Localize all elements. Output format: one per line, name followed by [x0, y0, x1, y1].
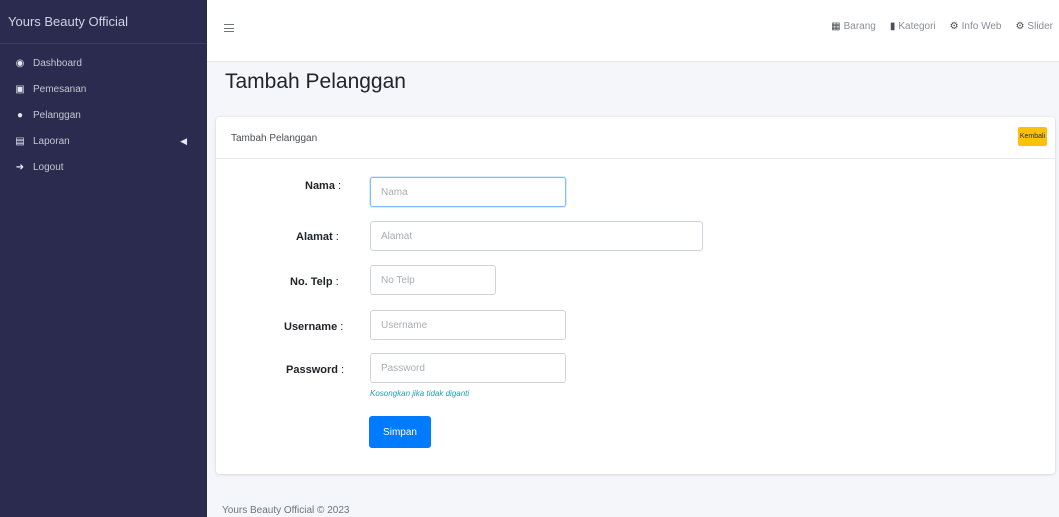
nav-link-label: Barang: [843, 21, 876, 32]
box-icon: ▦: [831, 21, 841, 32]
footer-text: Yours Beauty Official © 2023: [222, 505, 350, 516]
sidebar-item-label: Logout: [33, 161, 64, 173]
sidebar-item-pemesanan[interactable]: ▣ Pemesanan: [0, 76, 207, 102]
nav-link-label: Slider: [1027, 21, 1053, 32]
password-label: Password :: [286, 364, 344, 376]
nav-link-info-web[interactable]: ⚙ Info Web: [950, 21, 1002, 32]
sidebar-nav: ◉ Dashboard ▣ Pemesanan ● Pelanggan ▤ La…: [0, 44, 207, 180]
username-label: Username :: [284, 321, 343, 333]
sidebar-item-logout[interactable]: ➜ Logout: [0, 154, 207, 180]
file-icon: ▮: [889, 21, 896, 32]
nav-link-slider[interactable]: ⚙ Slider: [1015, 21, 1053, 32]
username-input[interactable]: [370, 310, 566, 340]
password-input[interactable]: [370, 353, 566, 383]
username-label-text: Username: [284, 321, 338, 333]
sidebar-item-laporan[interactable]: ▤ Laporan ◀: [0, 128, 207, 154]
sidebar-item-pelanggan[interactable]: ● Pelanggan: [0, 102, 207, 128]
dashboard-icon: ◉: [15, 57, 25, 69]
colon: :: [341, 364, 345, 376]
logout-icon: ➜: [15, 161, 25, 173]
sidebar-item-label: Laporan: [33, 135, 70, 147]
brand-text: Yours Beauty Official: [8, 14, 128, 29]
nav-link-barang[interactable]: ▦ Barang: [831, 21, 876, 32]
sidebar-item-label: Pemesanan: [33, 83, 87, 95]
alamat-label-text: Alamat: [296, 231, 333, 243]
gear-icon: ⚙: [949, 21, 959, 32]
nama-label: Nama :: [305, 180, 341, 192]
back-button[interactable]: Kembali: [1018, 127, 1047, 146]
cart-icon: ▣: [15, 83, 25, 95]
nav-link-kategori[interactable]: ▮ Kategori: [890, 21, 936, 32]
alamat-input[interactable]: [370, 221, 703, 251]
sidebar-item-dashboard[interactable]: ◉ Dashboard: [0, 50, 207, 76]
telp-label: No. Telp :: [290, 276, 339, 288]
hamburger-menu-icon[interactable]: [224, 24, 234, 32]
nama-input[interactable]: [370, 177, 566, 207]
print-icon: ▤: [15, 135, 25, 147]
top-nav-links: ▦ Barang ▮ Kategori ⚙ Info Web ⚙ Slider: [831, 21, 1053, 32]
nama-label-text: Nama: [305, 180, 335, 192]
save-button[interactable]: Simpan: [369, 416, 431, 448]
password-label-text: Password: [286, 364, 338, 376]
sidebar-item-label: Dashboard: [33, 57, 82, 69]
password-hint: Kosongkan jika tidak diganti: [370, 389, 470, 398]
brand-link[interactable]: Yours Beauty Official: [0, 0, 207, 44]
card-title: Tambah Pelanggan: [231, 133, 318, 144]
form-card: Tambah Pelanggan Kembali Nama : Alamat :…: [216, 117, 1055, 474]
telp-label-text: No. Telp: [290, 276, 333, 288]
nav-link-label: Info Web: [961, 21, 1002, 32]
colon: :: [335, 231, 339, 243]
card-header: Tambah Pelanggan Kembali: [216, 117, 1055, 159]
sidebar-item-label: Pelanggan: [33, 109, 81, 121]
chevron-left-icon: ◀: [180, 135, 187, 146]
alamat-label: Alamat :: [296, 231, 339, 243]
nav-link-label: Kategori: [898, 21, 936, 32]
page-title: Tambah Pelanggan: [225, 70, 406, 93]
users-icon: ●: [16, 109, 24, 121]
colon: :: [340, 321, 344, 333]
telp-input[interactable]: [370, 265, 496, 295]
gear-icon: ⚙: [1015, 21, 1025, 32]
colon: :: [335, 276, 339, 288]
top-navbar: ▦ Barang ▮ Kategori ⚙ Info Web ⚙ Slider: [207, 0, 1059, 62]
colon: :: [338, 180, 342, 192]
sidebar: Yours Beauty Official ◉ Dashboard ▣ Peme…: [0, 0, 207, 517]
